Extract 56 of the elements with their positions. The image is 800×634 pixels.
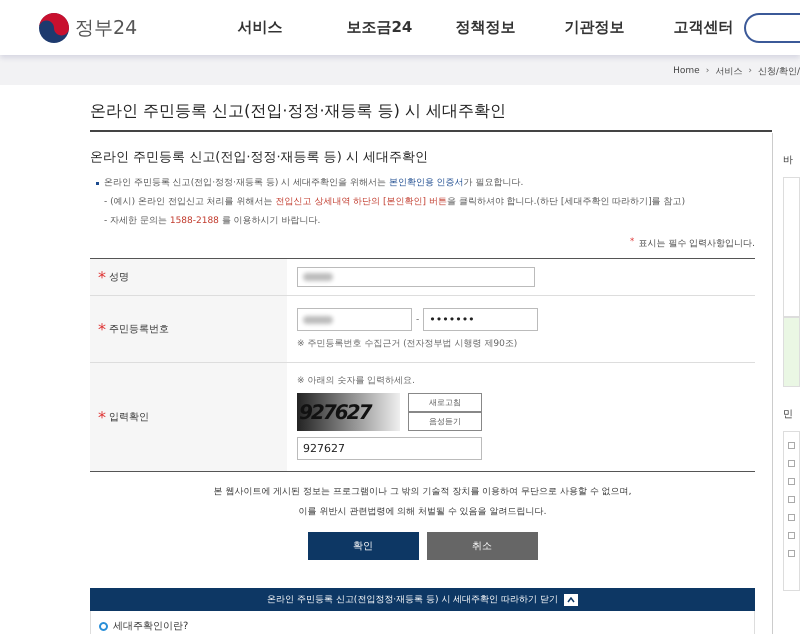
separator-text: - bbox=[416, 314, 420, 324]
help-text: ※ 주민등록번호 수집근거 (전자정부법 시행령 제90조) bbox=[297, 338, 518, 350]
document-icon bbox=[788, 496, 795, 503]
info-text: - 자세한 문의는 1588-2188 를 이용하시기 바랍니다. bbox=[104, 215, 320, 228]
info-text: - (예시) 온라인 전입신고 처리를 위해서는 전입신고 상세내역 하단의 [본인확인] 버튼을 클릭하셔야 합니다.(하단 [세대주확인 따라하기]를 참고) bbox=[104, 196, 686, 209]
required-mark: * bbox=[98, 320, 106, 338]
guide-toggle-bar[interactable]: 온라인 주민등록 신고(전입정정·재등록 등) 시 세대주확인 따라하기 닫기 bbox=[90, 588, 755, 611]
nav-link[interactable]: 고객센터 bbox=[635, 18, 744, 37]
bullet-icon bbox=[96, 182, 99, 185]
guide-heading: 세대주확인이란? bbox=[113, 620, 188, 633]
chevron-icon bbox=[564, 594, 578, 606]
blurred-value bbox=[303, 273, 333, 281]
search-field[interactable] bbox=[744, 12, 800, 42]
breadcrumb-link[interactable]: Home bbox=[673, 66, 700, 76]
nav-link[interactable]: 정책정보 bbox=[417, 18, 526, 37]
nav-link[interactable]: 서비스 bbox=[199, 18, 308, 37]
captcha-button[interactable]: 음성듣기 bbox=[408, 412, 482, 431]
logo-text: 정부24 bbox=[75, 16, 138, 40]
document-icon bbox=[788, 478, 795, 485]
breadcrumb-link[interactable]: 서비스 bbox=[715, 64, 742, 78]
chevron-icon: › bbox=[748, 66, 752, 76]
document-icon bbox=[788, 514, 795, 521]
required-mark: * bbox=[630, 237, 634, 249]
document-icon bbox=[788, 460, 795, 467]
sidebar-heading: 민 bbox=[783, 408, 794, 421]
confirm-button[interactable]: 확인 bbox=[308, 532, 418, 560]
document-icon bbox=[788, 550, 795, 557]
rrn-front-field[interactable] bbox=[297, 308, 412, 331]
nav-link[interactable]: 기관정보 bbox=[526, 18, 636, 37]
sidebar-heading: 바 bbox=[783, 154, 794, 167]
required-mark: * bbox=[98, 268, 106, 286]
required-note: 표시는 필수 입력사항입니다. bbox=[638, 238, 755, 250]
name-field[interactable] bbox=[297, 267, 535, 287]
document-icon bbox=[788, 442, 795, 449]
help-text: ※ 아래의 숫자를 입력하세요. bbox=[297, 375, 416, 387]
captcha-field[interactable]: 927627 bbox=[297, 437, 482, 460]
field-label: 주민등록번호 bbox=[109, 323, 169, 336]
page-title: 온라인 주민등록 신고(전입·정정·재등록 등) 시 세대주확인 bbox=[90, 101, 772, 132]
rrn-back-field[interactable]: ••••••• bbox=[423, 308, 538, 331]
circle-icon bbox=[99, 622, 108, 630]
captcha-button[interactable]: 새로고침 bbox=[408, 393, 482, 412]
sidebar-banner bbox=[783, 317, 800, 387]
cancel-button[interactable]: 취소 bbox=[426, 532, 538, 560]
field-label: 입력확인 bbox=[109, 411, 149, 424]
required-mark: * bbox=[98, 408, 106, 426]
info-text: 온라인 주민등록 신고(전입·정정·재등록 등) 시 세대주확인을 위해서는 본인확인용 인증서가 필요합니다. bbox=[104, 177, 524, 190]
field-label: 성명 bbox=[109, 271, 129, 284]
blurred-value bbox=[303, 316, 333, 324]
nav-link[interactable]: 보조금24 bbox=[308, 18, 418, 37]
notice-text: 본 웹사이트에 게시된 정보는 프로그램이나 그 밖의 기술적 장치를 이용하여 무단으로 사용할 수 없으며, bbox=[212, 486, 633, 499]
notice-text: 이를 위반시 관련법령에 의해 처벌될 수 있음을 알려드립니다. bbox=[298, 506, 548, 519]
chevron-icon: › bbox=[706, 66, 710, 76]
document-icon bbox=[788, 532, 795, 539]
breadcrumb-link[interactable]: 신청/확인/ bbox=[758, 64, 800, 78]
logo-icon bbox=[38, 12, 70, 44]
section-title: 온라인 주민등록 신고(전입·정정·재등록 등) 시 세대주확인 bbox=[90, 149, 430, 166]
